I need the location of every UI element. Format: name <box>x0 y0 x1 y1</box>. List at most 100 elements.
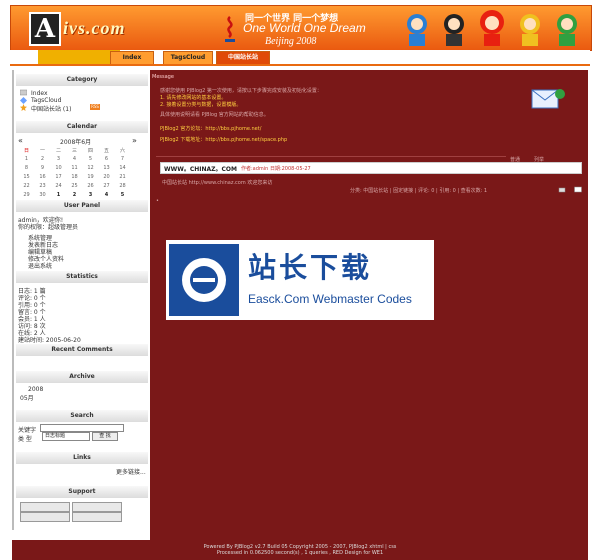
message-heading: Message <box>152 74 174 80</box>
calendar-day: 23 <box>39 183 46 189</box>
links-more[interactable]: 更多链接... <box>116 467 146 476</box>
site-logo[interactable]: A ivs.com <box>29 12 179 46</box>
calendar-day: 5 <box>88 156 93 162</box>
forum-link[interactable]: PJBlog2 官方论坛：http://bbs.pjhome.net/ <box>160 125 261 132</box>
calendar-day: 12 <box>87 165 94 171</box>
calendar-day: 18 <box>71 174 78 180</box>
calendar-day: 25 <box>71 183 78 189</box>
message-line-3[interactable]: 2. 接着设置分类与数据，设置模版。 <box>160 101 241 108</box>
nav-item-tagscloud[interactable]: TagsCloud <box>163 51 213 65</box>
nav-item-chinaz[interactable]: 中国站长站 <box>216 51 270 65</box>
weekday: 日 <box>23 147 29 154</box>
rss-icon[interactable]: RSS <box>90 104 100 110</box>
weekday: 五 <box>103 147 109 154</box>
search-type-label: 类 型 <box>18 436 32 443</box>
user-link-logout[interactable]: 退出系统 <box>28 261 52 270</box>
w3c-xhtml-badge-icon[interactable] <box>20 502 70 512</box>
category-heading: Category <box>16 74 148 86</box>
archive-year[interactable]: 2008 <box>28 386 43 393</box>
download-link[interactable]: PJBlog2 下载地址：http://bbs.pjhome.net/space… <box>160 136 287 143</box>
watermark-english: Easck.Com Webmaster Codes <box>248 292 412 306</box>
calendar-day: 9 <box>40 165 45 171</box>
calendar-day: 10 <box>55 165 62 171</box>
pjblog-badge-icon[interactable] <box>72 512 122 522</box>
category-item-chinaz[interactable]: 中国站长站 (1) <box>31 104 71 113</box>
olympic-emblem-icon <box>225 16 235 42</box>
calendar-day: 26 <box>87 183 94 189</box>
footer: Powered By PJBlog2 v2.7 Build 05 Copyrig… <box>12 540 588 560</box>
star-icon <box>20 104 27 111</box>
nav-divider <box>10 64 590 66</box>
entry-footer: 分类: 中国站长站 | 固定链接 | 评论: 0 | 引用: 0 | 查看次数:… <box>350 188 488 194</box>
calendar-day: 3 <box>56 156 61 162</box>
search-button[interactable]: 查 找 <box>92 432 118 441</box>
weekday: 六 <box>119 147 125 154</box>
calendar-day: 11 <box>71 165 78 171</box>
slogan-english: One World One Dream <box>243 21 366 35</box>
calendar-prev-icon[interactable]: « <box>18 136 23 145</box>
footer-line-2: Processed in 0.062500 second(s) , 1 quer… <box>216 550 384 556</box>
calendar-day: 8 <box>24 165 29 171</box>
mail-icon <box>531 89 565 109</box>
nav-item-index[interactable]: Index <box>110 51 154 65</box>
message-line-2[interactable]: 1. 请先修改网站的基本设置。 <box>160 94 226 101</box>
user-panel-heading: User Panel <box>16 200 148 212</box>
calendar-day: 20 <box>103 174 110 180</box>
entry-body: 中国站长站 http://www.chinaz.com 欢迎您来访 <box>162 180 273 186</box>
calendar-heading: Calendar <box>16 121 148 133</box>
calendar-day: 27 <box>103 183 110 189</box>
calendar-day: 24 <box>55 183 62 189</box>
calendar-next-icon[interactable]: » <box>132 136 137 145</box>
footer-line-1: Powered By PJBlog2 v2.7 Build 05 Copyrig… <box>203 544 397 550</box>
support-heading: Support <box>16 486 148 498</box>
tag-icon <box>20 97 27 104</box>
user-role: 你的权限：超级管理员 <box>18 224 79 231</box>
entry-divider <box>156 156 506 157</box>
entry-meta: 作者:admin 日期:2008-05-27 <box>241 166 311 172</box>
calendar-day: 22 <box>23 183 30 189</box>
main-content: Message 感谢您使用 PJBlog2 第一次使用，请按以下步骤完成安装及初… <box>150 70 588 540</box>
recent-comments-heading: Recent Comments <box>16 344 148 356</box>
beijing-2008-text: Beijing 2008 <box>265 36 317 47</box>
links-heading: Links <box>16 452 148 464</box>
sidebar: Category Index TagsCloud 中国站长站 (1) RSS C… <box>12 70 152 530</box>
weekday: 一 <box>39 147 45 154</box>
main-nav: Index TagsCloud 中国站长站 <box>10 50 590 65</box>
search-type-select[interactable]: 日志标题 <box>42 432 90 441</box>
folder-icon <box>20 89 27 96</box>
print-icon[interactable] <box>558 186 566 193</box>
calendar-day: 15 <box>23 174 30 180</box>
calendar-day: 2 <box>40 156 45 162</box>
calendar-weekdays: 日 一 二 三 四 五 六 <box>19 146 130 154</box>
stat-founded: 建站时间: 2005-06-20 <box>18 337 81 344</box>
calendar-day: 5 <box>120 192 125 198</box>
search-input[interactable] <box>40 424 124 432</box>
calendar-day: 3 <box>88 192 93 198</box>
calendar-day: 2 <box>72 192 77 198</box>
email-entry-icon[interactable] <box>574 186 582 193</box>
entry-bullet: • <box>156 198 159 204</box>
rss-badge-icon[interactable] <box>20 512 70 522</box>
archive-month[interactable]: 05月 <box>20 393 34 402</box>
page: A ivs.com 同一个世界 同一个梦想 One World One Drea… <box>0 0 600 560</box>
entry-title[interactable]: WWW。CHINAZ。COM <box>164 164 237 173</box>
search-heading: Search <box>16 410 148 422</box>
weekday: 四 <box>87 147 93 154</box>
calendar-day: 16 <box>39 174 46 180</box>
logo-brand: ivs.com <box>63 18 126 38</box>
calendar-day: 1 <box>24 156 29 162</box>
calendar-day: 28 <box>119 183 126 189</box>
nav-accent-bar <box>38 50 120 64</box>
calendar-day: 14 <box>119 165 126 171</box>
calendar-day: 4 <box>72 156 77 162</box>
olympic-mascots-icon <box>407 10 577 46</box>
entry-title-bar: WWW。CHINAZ。COM 作者:admin 日期:2008-05-27 <box>160 162 582 174</box>
category-item-tagscloud[interactable]: TagsCloud <box>31 97 61 104</box>
w3c-css-badge-icon[interactable] <box>72 502 122 512</box>
category-item-index[interactable]: Index <box>31 90 48 97</box>
archive-heading: Archive <box>16 371 148 383</box>
search-keyword-label: 关键字 <box>18 427 37 434</box>
watermark-banner: 站长下载 Easck.Com Webmaster Codes <box>166 240 434 320</box>
statistics-heading: Statistics <box>16 271 148 283</box>
calendar-day: 7 <box>120 156 125 162</box>
